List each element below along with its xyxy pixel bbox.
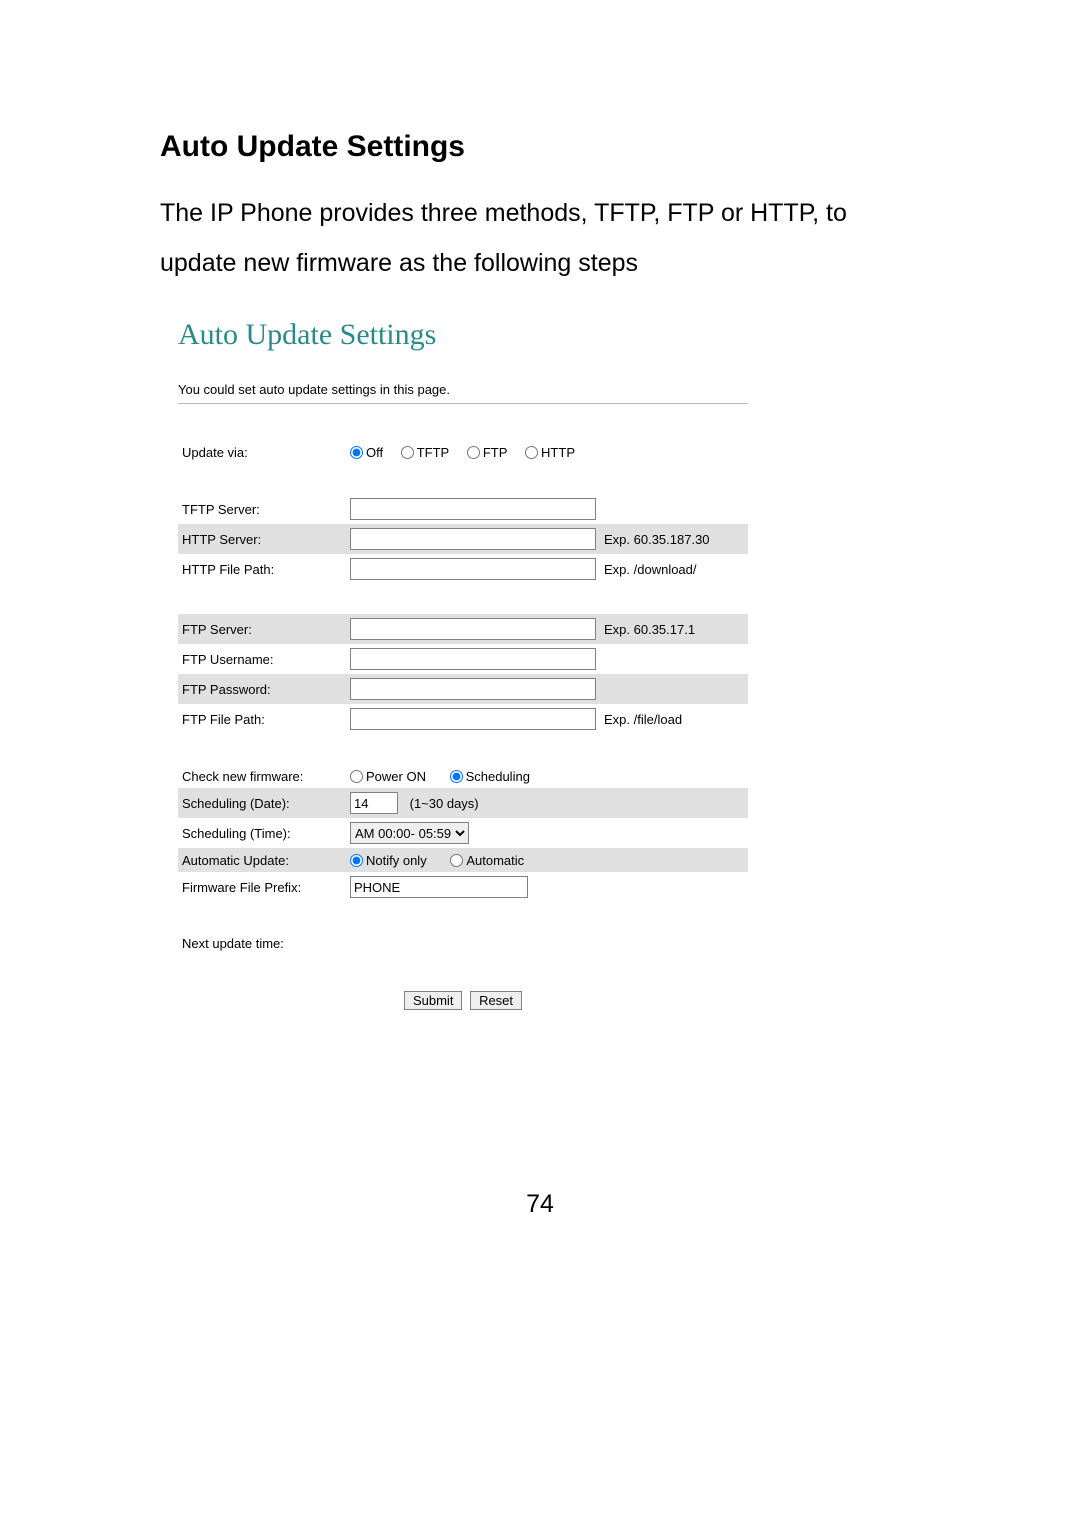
label-http-file-path: HTTP File Path: — [178, 554, 346, 584]
label-update-via: Update via: — [178, 440, 346, 464]
doc-heading: Auto Update Settings — [160, 130, 920, 164]
select-scheduling-time[interactable]: AM 00:00- 05:59 — [350, 822, 469, 844]
radio-off[interactable] — [350, 446, 363, 459]
page-number: 74 — [160, 1190, 920, 1219]
radio-scheduling-label: Scheduling — [466, 769, 530, 784]
input-ftp-password[interactable] — [350, 678, 596, 700]
radio-http[interactable] — [525, 446, 538, 459]
label-next-update-time: Next update time: — [178, 932, 346, 955]
panel-description: You could set auto update settings in th… — [178, 382, 748, 397]
hint-scheduling-date: (1~30 days) — [410, 796, 479, 811]
label-automatic-update: Automatic Update: — [178, 848, 346, 872]
hint-ftp-file-path: Exp. /file/load — [600, 704, 748, 734]
input-http-file-path[interactable] — [350, 558, 596, 580]
input-scheduling-date[interactable] — [350, 792, 398, 814]
doc-paragraph: The IP Phone provides three methods, TFT… — [160, 188, 920, 288]
settings-panel: Auto Update Settings You could set auto … — [178, 318, 748, 1010]
label-ftp-server: FTP Server: — [178, 614, 346, 644]
value-next-update-time — [346, 932, 748, 955]
radio-ftp-label: FTP — [483, 445, 508, 460]
label-scheduling-date: Scheduling (Date): — [178, 788, 346, 818]
label-ftp-file-path: FTP File Path: — [178, 704, 346, 734]
submit-button[interactable]: Submit — [404, 991, 462, 1010]
radio-ftp[interactable] — [467, 446, 480, 459]
radio-power-on-label: Power ON — [366, 769, 426, 784]
label-check-new-firmware: Check new firmware: — [178, 764, 346, 788]
panel-title: Auto Update Settings — [178, 318, 748, 352]
input-ftp-server[interactable] — [350, 618, 596, 640]
radio-off-label: Off — [366, 445, 383, 460]
label-ftp-password: FTP Password: — [178, 674, 346, 704]
radio-automatic-label: Automatic — [466, 853, 524, 868]
hint-http-file-path: Exp. /download/ — [600, 554, 748, 584]
radio-automatic[interactable] — [450, 854, 463, 867]
radio-tftp[interactable] — [401, 446, 414, 459]
radio-notify-only-label: Notify only — [366, 853, 427, 868]
divider — [178, 403, 748, 404]
input-ftp-file-path[interactable] — [350, 708, 596, 730]
label-firmware-file-prefix: Firmware File Prefix: — [178, 872, 346, 902]
radio-scheduling[interactable] — [450, 770, 463, 783]
radio-http-label: HTTP — [541, 445, 575, 460]
input-tftp-server[interactable] — [350, 498, 596, 520]
hint-ftp-server: Exp. 60.35.17.1 — [600, 614, 748, 644]
input-firmware-file-prefix[interactable] — [350, 876, 528, 898]
input-ftp-username[interactable] — [350, 648, 596, 670]
label-http-server: HTTP Server: — [178, 524, 346, 554]
label-ftp-username: FTP Username: — [178, 644, 346, 674]
reset-button[interactable]: Reset — [470, 991, 522, 1010]
radio-tftp-label: TFTP — [417, 445, 450, 460]
label-tftp-server: TFTP Server: — [178, 494, 346, 524]
settings-form: Update via: Off TFTP FTP HTTP TFTP Serve… — [178, 440, 748, 955]
radio-notify-only[interactable] — [350, 854, 363, 867]
radio-power-on[interactable] — [350, 770, 363, 783]
hint-http-server: Exp. 60.35.187.30 — [600, 524, 748, 554]
input-http-server[interactable] — [350, 528, 596, 550]
label-scheduling-time: Scheduling (Time): — [178, 818, 346, 848]
